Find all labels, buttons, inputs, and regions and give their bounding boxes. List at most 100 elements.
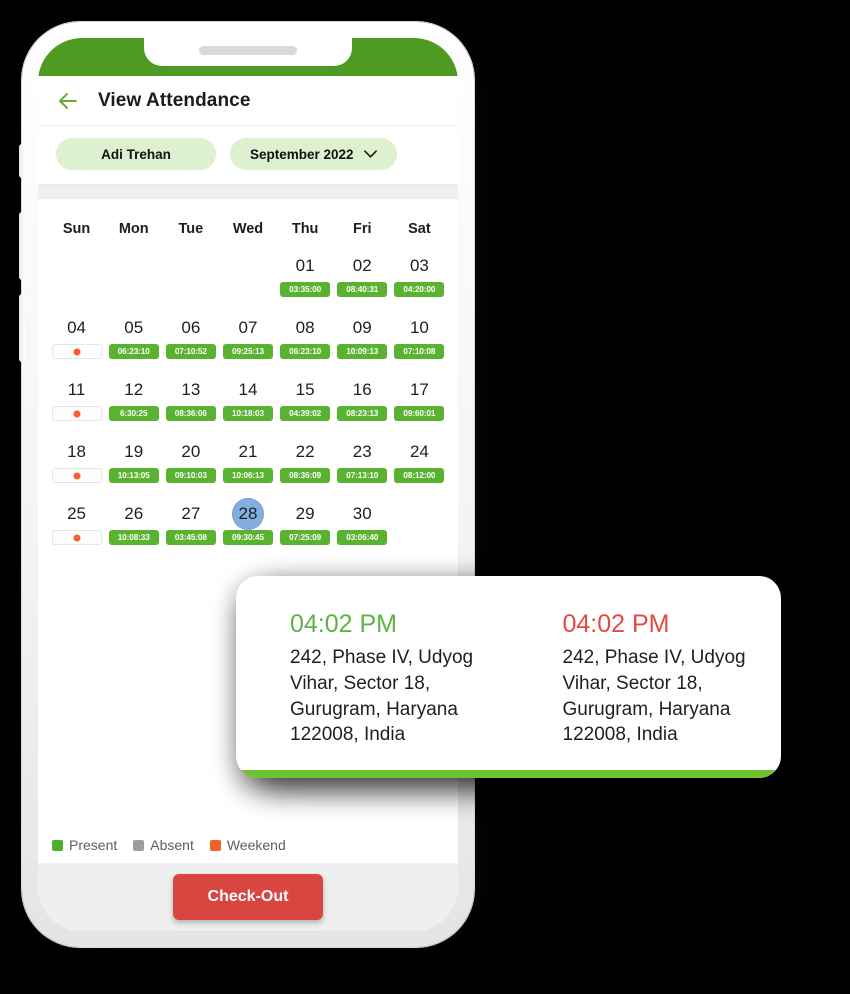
calendar-day-cell-21[interactable]: 21 10:06:13	[219, 437, 276, 499]
calendar-day-cell-01[interactable]: 01 03:35:00	[277, 251, 334, 313]
calendar-day-number: 10	[409, 318, 429, 337]
employee-filter-chip[interactable]: Adi Trehan	[56, 138, 216, 170]
calendar-day-cell-08[interactable]: 08 06:23:10	[277, 313, 334, 375]
calendar-day-number: 15	[295, 380, 315, 399]
calendar-day-cell-06[interactable]: 06 07:10:52	[162, 313, 219, 375]
legend-item-absent: Absent	[133, 837, 194, 853]
calendar-day-cell-26[interactable]: 26 10:08:33	[105, 499, 162, 561]
screenshot-canvas: View Attendance Adi Trehan September 202…	[0, 0, 850, 994]
legend-label: Absent	[150, 837, 194, 853]
weekend-badge	[51, 530, 102, 545]
weekday-header-row: Sun Mon Tue Wed Thu Fri Sat	[48, 209, 448, 251]
calendar-day-number: 07	[238, 318, 258, 337]
check-out-time: 04:02 PM	[562, 610, 670, 638]
calendar-day-number	[404, 499, 434, 529]
check-out-button[interactable]: Check-Out	[173, 874, 323, 920]
calendar-day-cell-empty	[105, 251, 162, 313]
calendar-day-cell-20[interactable]: 20 09:10:03	[162, 437, 219, 499]
calendar-day-number: 21	[238, 442, 258, 461]
calendar-day-cell-03[interactable]: 03 04:20:00	[391, 251, 448, 313]
calendar-day-cell-07[interactable]: 07 09:25:13	[219, 313, 276, 375]
month-filter-chip[interactable]: September 2022	[230, 138, 397, 170]
attendance-duration-badge: 08:40:31	[337, 282, 388, 297]
weekday-header-sun: Sun	[62, 221, 91, 237]
calendar-day-number: 02	[352, 256, 372, 275]
arrow-left-icon[interactable]	[56, 89, 80, 113]
calendar-day-cell-15[interactable]: 15 04:39:02	[277, 375, 334, 437]
calendar-day-cell-empty	[162, 251, 219, 313]
calendar-day-cell-09[interactable]: 09 10:09:13	[334, 313, 391, 375]
calendar-day-number: 03	[409, 256, 429, 275]
calendar-week-row: 25 26 10:08:33 27 03:45:08 28 09:30:45 29 07:25:…	[48, 499, 448, 561]
attendance-duration-badge: 6:30:25	[108, 406, 159, 421]
calendar-day-cell-27[interactable]: 27 03:45:08	[162, 499, 219, 561]
calendar-day-cell-12[interactable]: 12 6:30:25	[105, 375, 162, 437]
calendar-day-number: 09	[352, 318, 372, 337]
attendance-duration-badge: 09:30:45	[222, 530, 273, 545]
attendance-duration-badge: 03:35:00	[280, 282, 331, 297]
calendar-day-number: 25	[67, 504, 87, 523]
calendar-day-cell-24[interactable]: 24 08:12:00	[391, 437, 448, 499]
calendar-day-cell-16[interactable]: 16 08:23:13	[334, 375, 391, 437]
calendar-day-number: 08	[295, 318, 315, 337]
mute-switch-button[interactable]	[19, 144, 25, 178]
volume-up-button[interactable]	[19, 212, 25, 280]
weekday-header-mon: Mon	[118, 221, 149, 237]
calendar-day-cell-empty	[391, 499, 448, 561]
attendance-duration-badge: 06:23:10	[108, 344, 159, 359]
phone-screen: View Attendance Adi Trehan September 202…	[38, 38, 458, 931]
calendar-day-cell-18[interactable]: 18	[48, 437, 105, 499]
calendar-day-cell-17[interactable]: 17 09:60:01	[391, 375, 448, 437]
chevron-down-icon	[363, 150, 377, 158]
calendar-day-cell-13[interactable]: 13 08:36:06	[162, 375, 219, 437]
calendar-day-number: 13	[181, 380, 201, 399]
calendar-day-cell-14[interactable]: 14 10:18:03	[219, 375, 276, 437]
calendar-day-number: 14	[238, 380, 258, 399]
weekday-header-thu: Thu	[291, 221, 319, 237]
volume-down-button[interactable]	[19, 294, 25, 362]
attendance-duration-badge: 08:12:00	[394, 468, 445, 483]
calendar-weeks: 01 03:35:00 02 08:40:31 03 04:20:00 04 05 06:23:…	[48, 251, 448, 561]
attendance-duration-badge: 08:36:06	[165, 406, 216, 421]
attendance-duration-badge: 10:08:33	[108, 530, 159, 545]
calendar-day-cell-11[interactable]: 11	[48, 375, 105, 437]
calendar-day-number: 04	[67, 318, 87, 337]
attendance-duration-badge: 03:06:40	[337, 530, 388, 545]
attendance-duration-badge: 07:10:08	[394, 344, 445, 359]
weekend-badge	[51, 344, 102, 359]
calendar-day-cell-28[interactable]: 28 09:30:45	[219, 499, 276, 561]
check-in-address: 242, Phase IV, Udyog Vihar, Sector 18, G…	[290, 647, 474, 746]
weekday-header-tue: Tue	[178, 221, 204, 237]
legend-label: Present	[69, 837, 118, 853]
calendar-day-number: 18	[67, 442, 87, 461]
earpiece-speaker	[199, 46, 297, 55]
weekend-badge	[51, 468, 102, 483]
calendar-day-cell-29[interactable]: 29 07:25:09	[277, 499, 334, 561]
page-title: View Attendance	[98, 89, 251, 111]
calendar-day-number: 23	[352, 442, 372, 461]
calendar-day-cell-22[interactable]: 22 08:36:09	[277, 437, 334, 499]
calendar-week-row: 04 05 06:23:10 06 07:10:52 07 09:25:13 08 06:23:…	[48, 313, 448, 375]
calendar-day-cell-30[interactable]: 30 03:06:40	[334, 499, 391, 561]
calendar-day-number: 05	[124, 318, 144, 337]
calendar-day-number	[119, 251, 149, 281]
calendar-day-cell-25[interactable]: 25	[48, 499, 105, 561]
attendance-duration-badge: 09:25:13	[222, 344, 273, 359]
attendance-duration-badge: 08:23:13	[337, 406, 388, 421]
attendance-duration-badge: 04:20:00	[394, 282, 445, 297]
calendar-day-cell-empty	[48, 251, 105, 313]
calendar-day-cell-05[interactable]: 05 06:23:10	[105, 313, 162, 375]
footer-bar: Check-Out	[38, 863, 458, 931]
calendar-day-cell-02[interactable]: 02 08:40:31	[334, 251, 391, 313]
weekday-header-sat: Sat	[408, 221, 431, 237]
attendance-duration-badge: 10:06:13	[222, 468, 273, 483]
legend-item-weekend: Weekend	[209, 837, 286, 853]
attendance-duration-badge: 08:36:09	[280, 468, 331, 483]
calendar-day-cell-04[interactable]: 04	[48, 313, 105, 375]
month-filter-label: September 2022	[250, 146, 354, 162]
calendar-day-cell-19[interactable]: 19 10:13:05	[105, 437, 162, 499]
calendar-day-cell-23[interactable]: 23 07:13:10	[334, 437, 391, 499]
attendance-duration-badge: 10:09:13	[337, 344, 388, 359]
attendance-duration-badge: 09:60:01	[394, 406, 445, 421]
calendar-day-cell-10[interactable]: 10 07:10:08	[391, 313, 448, 375]
